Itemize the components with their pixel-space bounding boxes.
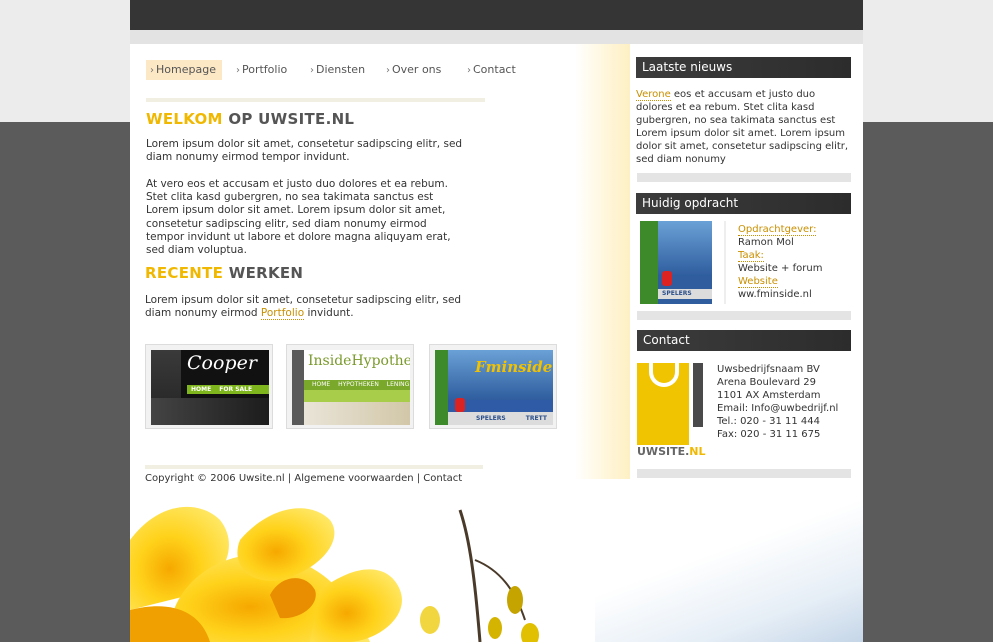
website-value: ww.fminside.nl [738,289,812,300]
company-email[interactable]: Email: Info@uwbedrijf.nl [717,402,838,415]
nav-diensten[interactable]: › Diensten [310,60,365,80]
welcome-title-highlight: WELKOM [146,110,223,128]
cooper-nav: HOME FOR SALE [187,385,269,394]
cooper-screenshot: Cooper HOME FOR SALE [151,350,269,425]
company-tel: Tel.: 020 - 31 11 444 [717,416,821,427]
fminside-brand: Fminside [475,358,553,376]
recent-works-text: Lorem ipsum dolor sit amet, consetetur s… [145,294,465,321]
recent-text-before: Lorem ipsum dolor sit amet, consetetur s… [145,294,462,320]
client-value: Ramon Mol [738,237,794,248]
welcome-title-rest: OP UWSITE.NL [228,110,355,128]
sidebar-divider [637,173,851,182]
task-value: Website + forum [738,263,823,274]
recent-text-after: invidunt. [307,307,354,320]
page-container: › Homepage › Portfolio › Diensten › Over ons… [130,0,863,642]
company-address: Arena Boulevard 29 [717,377,817,388]
website-label[interactable]: Website [738,276,778,288]
footer-divider [145,465,483,469]
portfolio-thumb-insidehypotheek[interactable]: InsideHypothe HOME HYPOTHEKEN LENING [286,344,414,429]
company-city: 1101 AX Amsterdam [717,390,821,401]
assignment-details: Opdrachtgever: Ramon Mol Taak: Website +… [738,223,822,301]
nav-portfolio[interactable]: › Portfolio [236,60,287,80]
nav-homepage-label: Homepage [156,63,216,76]
assignment-thumbnail[interactable]: SPELERS [640,221,712,304]
chevron-right-icon: › [236,65,240,76]
sidebar-divider [637,469,851,478]
nav-contact[interactable]: › Contact [467,60,516,80]
portfolio-thumb-fminside[interactable]: Fminside SPELERS TRETT [429,344,557,429]
nav-over-ons[interactable]: › Over ons [386,60,441,80]
nav-over-ons-label: Over ons [392,63,442,76]
chevron-right-icon: › [150,65,154,76]
company-fax: Fax: 020 - 31 11 675 [717,429,821,440]
cooper-brand: Cooper [187,352,257,374]
recent-works-title: RECENTE WERKEN [145,264,303,282]
nav-portfolio-label: Portfolio [242,63,288,76]
portfolio-thumb-cooper[interactable]: Cooper HOME FOR SALE [145,344,273,429]
recent-title-rest: WERKEN [228,264,304,282]
news-author-link[interactable]: Verone [636,89,671,101]
news-body: eos et accusam et justo duo dolores et e… [636,89,849,165]
recent-title-highlight: RECENTE [145,264,224,282]
chevron-right-icon: › [386,65,390,76]
contact-heading: Contact [637,330,851,351]
uwsite-logo: UWSITE.NL [637,359,709,459]
news-text: Verone eos et accusam et justo duo dolor… [636,88,852,166]
nav-diensten-label: Diensten [316,63,366,76]
sidebar-bottom-gradient [595,500,863,642]
nav-homepage[interactable]: › Homepage [146,60,222,80]
footer: Copyright © 2006 Uwsite.nl | Algemene vo… [145,473,463,484]
insidehypotheek-brand: InsideHypothe [308,353,410,369]
assignment-heading: Huidig opdracht [636,193,851,214]
welcome-title: WELKOM OP UWSITE.NL [146,110,354,128]
task-label: Taak: [738,250,764,262]
chevron-right-icon: › [467,65,471,76]
welcome-paragraph-2: At vero eos et accusam et justo duo dolo… [146,178,451,257]
contact-details: Uwsbedrijfsnaam BV Arena Boulevard 29 11… [717,363,838,441]
insidehypotheek-screenshot: InsideHypothe HOME HYPOTHEKEN LENING [292,350,410,425]
divider [146,98,485,102]
company-name: Uwsbedrijfsnaam BV [717,364,820,375]
news-heading: Laatste nieuws [636,57,851,78]
chevron-right-icon: › [310,65,314,76]
logo-text: UWSITE.NL [637,445,706,458]
top-bar [130,0,863,30]
fminside-screenshot: Fminside SPELERS TRETT [435,350,553,425]
flower-illustration [130,506,539,642]
flower-image [130,500,595,642]
portfolio-link[interactable]: Portfolio [260,307,305,321]
sidebar-divider [637,311,851,320]
sub-bar [130,30,863,44]
client-label: Opdrachtgever: [738,224,817,236]
welcome-paragraph-1: Lorem ipsum dolor sit amet, consetetur s… [146,138,463,164]
sidebar-glow [575,44,630,479]
nav-contact-label: Contact [473,63,516,76]
